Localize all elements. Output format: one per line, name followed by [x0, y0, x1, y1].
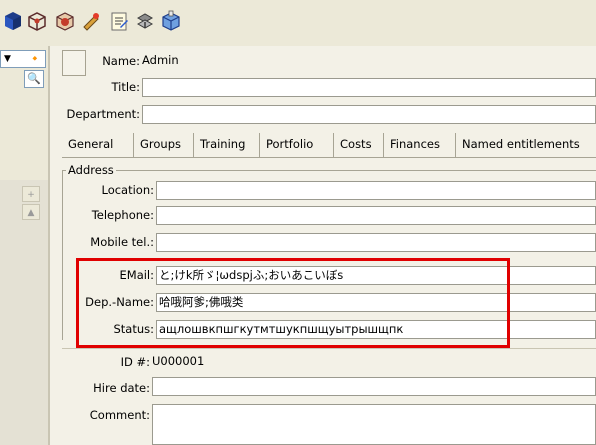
email-label: EMail:	[119, 268, 155, 282]
tab-finances[interactable]: Finances	[384, 133, 456, 157]
search-icon[interactable]: 🔍	[24, 70, 44, 88]
connector-icon[interactable]	[132, 8, 158, 34]
blue-box-icon[interactable]	[158, 8, 184, 34]
department-field[interactable]	[142, 105, 596, 124]
department-label: Department:	[66, 107, 140, 121]
status-field[interactable]: ащлошвкпшгкутмтшукпшщуытрышщпк	[156, 320, 596, 339]
tab-general[interactable]: General	[62, 133, 134, 157]
status-label: Status:	[113, 322, 154, 336]
tab-divider	[62, 157, 596, 158]
mobile-field[interactable]	[156, 233, 596, 252]
title-label: Title:	[111, 80, 140, 94]
photo-placeholder[interactable]	[62, 50, 86, 76]
chevron-down-icon[interactable]: ▼	[4, 54, 11, 64]
view-dropdown[interactable]: ▼ 🔸	[0, 50, 46, 68]
tab-costs[interactable]: Costs	[334, 133, 384, 157]
tab-groups[interactable]: Groups	[134, 133, 194, 157]
section-separator	[62, 348, 596, 349]
comment-field[interactable]	[152, 404, 596, 445]
notepad-icon[interactable]	[106, 8, 132, 34]
filter-icon: 🔸	[28, 52, 42, 65]
tab-bar: General Groups Training Portfolio Costs …	[62, 133, 596, 157]
depname-label: Dep.-Name:	[85, 295, 154, 309]
title-field[interactable]	[142, 78, 596, 97]
tab-named-entitlements[interactable]: Named entitlements	[456, 133, 596, 157]
scroll-up-icon[interactable]: ▲	[22, 204, 40, 220]
name-label: Name:	[102, 54, 140, 68]
mobile-label: Mobile tel.:	[90, 235, 154, 249]
pencil-icon[interactable]	[78, 8, 104, 34]
depname-field[interactable]: 哈哦阿爹;佛哦类	[156, 293, 596, 312]
address-group-title: Address	[66, 163, 116, 177]
id-value[interactable]: U000001	[152, 353, 204, 370]
blue-cube-icon[interactable]	[0, 8, 26, 34]
tab-training[interactable]: Training	[194, 133, 260, 157]
telephone-field[interactable]	[156, 206, 596, 225]
email-field[interactable]: と;けk所ゞ¦ωdspjふ;おいあこいぼs	[156, 266, 596, 285]
tab-portfolio[interactable]: Portfolio	[260, 133, 334, 157]
telephone-label: Telephone:	[91, 208, 154, 222]
id-label: ID #:	[120, 355, 150, 369]
name-field[interactable]: Admin	[142, 52, 179, 69]
toolbar	[0, 0, 596, 46]
hire-date-field[interactable]	[152, 377, 596, 396]
red-box-icon[interactable]	[52, 8, 78, 34]
location-label: Location:	[101, 183, 154, 197]
hire-date-label: Hire date:	[93, 381, 150, 395]
comment-label: Comment:	[89, 408, 150, 422]
location-field[interactable]	[156, 181, 596, 200]
3d-box-icon[interactable]	[24, 8, 50, 34]
add-icon[interactable]: +	[22, 186, 40, 202]
